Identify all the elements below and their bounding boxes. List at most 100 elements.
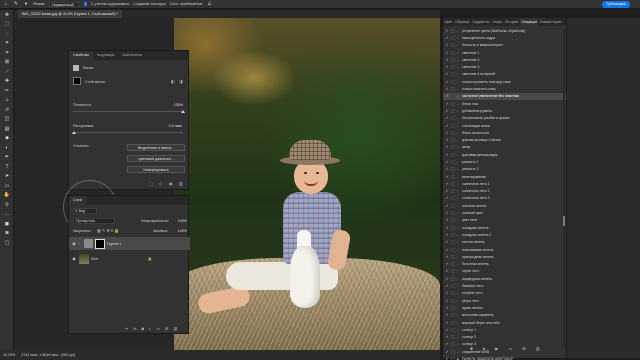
checkmark-icon[interactable]: ✓ xyxy=(443,335,451,339)
action-item[interactable]: ✓ › Четкость и микроконтраст xyxy=(443,42,567,49)
new-group-icon[interactable]: ▭ xyxy=(156,326,160,331)
feather-slider-handle[interactable] xyxy=(72,131,76,134)
action-item[interactable]: ✓ › солнечное лето 2 xyxy=(443,188,567,195)
layer-row[interactable]: ◉ › Группа 1 xyxy=(69,237,190,250)
checkmark-icon[interactable]: ✓ xyxy=(443,160,451,164)
dialog-toggle-icon[interactable] xyxy=(451,35,455,40)
checkmark-icon[interactable]: ✓ xyxy=(443,109,451,113)
dialog-toggle-icon[interactable] xyxy=(451,87,455,92)
crop-icon[interactable]: ⌗ xyxy=(0,48,14,58)
action-item[interactable]: ✓ › блеск глаз xyxy=(443,100,567,107)
lock-pixels-icon[interactable]: ▦ ✎ ✥ ⌗ 🔒 xyxy=(97,228,119,233)
frame-icon[interactable]: ⊠ xyxy=(0,58,14,68)
adjustment-layer-icon[interactable]: ◐ xyxy=(149,326,151,331)
checkmark-icon[interactable]: ✓ xyxy=(443,29,451,33)
document-tab[interactable]: IMG_33222 копия.jpg @ 43,3% (Группа 1, С… xyxy=(18,10,122,18)
action-item[interactable]: ✓ › свечение 4 вечерний xyxy=(443,71,567,78)
vector-mask-icon[interactable]: ◨ xyxy=(179,79,183,84)
zoom-icon[interactable]: ⚲ xyxy=(0,200,14,210)
action-item[interactable]: ✓ › свечение 1 xyxy=(443,49,567,56)
tab-libraries[interactable]: Библиотеки xyxy=(118,51,145,60)
checkmark-icon[interactable]: ✓ xyxy=(443,306,451,310)
dialog-toggle-icon[interactable] xyxy=(451,262,455,267)
actions-tab[interactable]: Узоры xyxy=(491,18,504,26)
checkmark-icon[interactable]: ✓ xyxy=(443,328,451,332)
checkmark-icon[interactable]: ✓ xyxy=(443,43,451,47)
checkmark-icon[interactable]: ✓ xyxy=(443,189,451,193)
action-item[interactable]: ✓ › холодная зелень 2 xyxy=(443,231,567,238)
action-item[interactable]: ✓ › теплая зелень xyxy=(443,239,567,246)
checkmark-icon[interactable]: ✓ xyxy=(443,211,451,215)
quick-select-icon[interactable]: ✦ xyxy=(0,39,14,49)
action-item[interactable]: ✓ › белоснежная улыбка и зрачки xyxy=(443,115,567,122)
checkmark-icon[interactable]: ✓ xyxy=(443,87,451,91)
density-slider-track[interactable] xyxy=(73,111,183,112)
action-item[interactable]: ✓ › голубое лето xyxy=(443,290,567,297)
new-set-icon[interactable]: ▭ xyxy=(508,346,512,351)
dialog-toggle-icon[interactable] xyxy=(451,108,455,113)
dialog-toggle-icon[interactable] xyxy=(451,335,455,340)
feather-value[interactable]: 0,0 пикс. xyxy=(153,124,183,128)
dialog-toggle-icon[interactable] xyxy=(451,247,455,252)
action-item[interactable]: ✓ › серое лето xyxy=(443,268,567,275)
checkmark-icon[interactable]: ✓ xyxy=(443,80,451,84)
layer-row[interactable]: ◉ Фон 🔒 xyxy=(69,252,190,265)
action-item[interactable]: ✓ › только смягчить кожу xyxy=(443,85,567,92)
blend-mode-select[interactable]: Пропустить xyxy=(73,218,115,224)
checkmark-icon[interactable]: ✓ xyxy=(443,204,451,208)
checkmark-icon[interactable]: ✓ xyxy=(443,94,451,98)
checkmark-icon[interactable]: ✓ xyxy=(443,240,451,244)
dialog-toggle-icon[interactable] xyxy=(451,240,455,245)
eraser-icon[interactable]: ◫ xyxy=(0,115,14,125)
dialog-toggle-icon[interactable] xyxy=(451,196,455,201)
move-icon[interactable]: ✥ xyxy=(0,10,14,20)
tab-properties[interactable]: Свойства xyxy=(69,51,93,60)
checkmark-icon[interactable]: ✓ xyxy=(443,277,451,281)
dialog-toggle-icon[interactable] xyxy=(451,152,455,157)
new-action-icon[interactable]: ⊞ xyxy=(522,346,526,351)
action-item[interactable]: ✓ › солнце 2 xyxy=(443,333,567,340)
pen-icon[interactable]: ✒ xyxy=(0,153,14,163)
marquee-icon[interactable]: ⬚ xyxy=(0,20,14,30)
dialog-toggle-icon[interactable] xyxy=(451,43,455,48)
eye-icon[interactable]: ◉ xyxy=(69,256,79,261)
stop-icon[interactable]: ■ xyxy=(470,346,473,351)
action-item[interactable]: ✓ › морской берег или небо xyxy=(443,319,567,326)
dialog-toggle-icon[interactable] xyxy=(451,167,455,172)
color-range-button[interactable]: Цветовой диапазон... xyxy=(127,155,185,162)
layer-mask-thumbnail[interactable] xyxy=(73,77,81,85)
dialog-toggle-icon[interactable] xyxy=(451,320,455,325)
create-texture-label[interactable]: Создание текстуры xyxy=(133,2,165,6)
gradient-icon[interactable]: ▤ xyxy=(0,124,14,134)
layer-name[interactable]: Фон xyxy=(91,257,98,261)
play-icon[interactable]: ▶ xyxy=(495,346,498,351)
actions-tab[interactable]: Операции xyxy=(519,18,539,26)
tab-layers[interactable]: Слои xyxy=(69,196,86,205)
tab-adjustments[interactable]: Коррекция xyxy=(93,51,119,60)
checkmark-icon[interactable]: ✓ xyxy=(443,116,451,120)
action-item[interactable]: ✓ › насыщенность кадра xyxy=(443,34,567,41)
action-item[interactable]: ✓ › резкость 2 xyxy=(443,166,567,173)
spot-healing-brush-icon[interactable]: ✎ xyxy=(13,1,19,7)
action-item[interactable]: ✓ › солнечное лето 3 xyxy=(443,195,567,202)
opacity-value[interactable]: 100% xyxy=(173,219,187,223)
more-tools-icon[interactable]: … xyxy=(0,210,14,220)
dialog-toggle-icon[interactable] xyxy=(451,101,455,106)
checkmark-icon[interactable]: ✓ xyxy=(443,167,451,171)
rectangle-icon[interactable]: ▭ xyxy=(0,181,14,191)
action-item[interactable]: ✓ › винетирование xyxy=(443,173,567,180)
action-item[interactable]: ✓ › солнце 1 xyxy=(443,326,567,333)
checkmark-icon[interactable]: ✓ xyxy=(443,284,451,288)
checkmark-icon[interactable]: ✓ xyxy=(443,51,451,55)
density-slider-handle[interactable] xyxy=(181,110,185,113)
quick-mask-icon[interactable]: ◙ xyxy=(0,229,14,239)
dialog-toggle-icon[interactable] xyxy=(451,225,455,230)
action-item[interactable]: ✓ › только проявить текстуру кожи xyxy=(443,78,567,85)
actions-tab[interactable]: Образцы xyxy=(454,18,471,26)
angle-icon[interactable]: ∠ xyxy=(206,1,212,7)
checkmark-icon[interactable]: ✓ xyxy=(443,291,451,295)
dialog-toggle-icon[interactable] xyxy=(451,313,455,318)
dialog-toggle-icon[interactable] xyxy=(451,276,455,281)
action-item[interactable]: ✓ › холодная зелень xyxy=(443,224,567,231)
color-swatches-icon[interactable]: ◼ xyxy=(0,219,14,229)
